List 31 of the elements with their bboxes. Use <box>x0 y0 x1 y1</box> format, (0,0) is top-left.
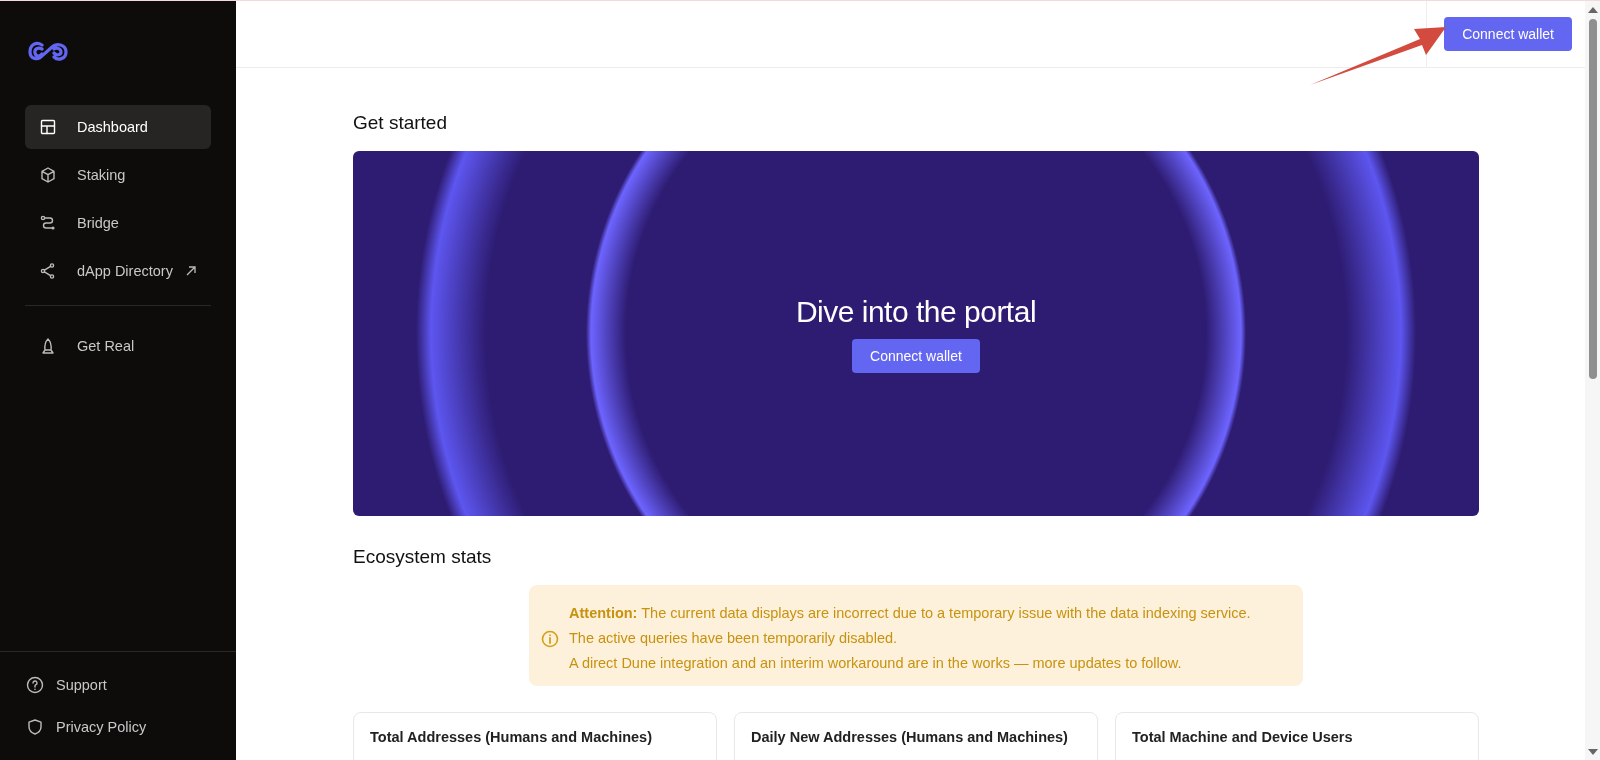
alert-text: The active queries have been temporarily disabled. <box>569 629 899 648</box>
sidebar-item[interactable]: Staking <box>25 153 211 197</box>
alert-text: A direct Dune integration and an interim workaround are in the works — more updates to follow. <box>569 654 1183 673</box>
card-title: Total Addresses (Humans and Machines) <box>370 729 653 745</box>
rocket-icon <box>39 337 57 355</box>
section-title: Get started <box>353 112 448 134</box>
alert-text: Attention: The current data displays are incorrect due to a temporary issue with the data indexing service. <box>569 604 1251 623</box>
banner-title: Dive into the portal <box>795 294 1037 329</box>
shield-icon <box>26 718 44 736</box>
card-title: Total Machine and Device Users <box>1132 729 1354 745</box>
sidebar-item[interactable]: dApp Directory <box>25 249 211 293</box>
sidebar-item[interactable]: Get Real <box>25 324 211 368</box>
info-icon <box>541 629 559 648</box>
cube-icon <box>39 166 57 184</box>
help-icon <box>26 676 44 694</box>
sidebar-item[interactable]: Privacy Policy <box>12 706 211 748</box>
sidebar-item[interactable]: Dashboard <box>25 105 211 149</box>
external-link-icon <box>184 265 197 277</box>
sidebar-item[interactable]: Support <box>12 664 211 706</box>
route-icon <box>39 214 57 232</box>
dashboard-icon <box>39 118 57 136</box>
logo-icon <box>28 41 68 63</box>
section-title: Ecosystem stats <box>353 546 493 568</box>
nodes-icon <box>39 262 57 280</box>
connect-wallet-button[interactable]: Connect wallet <box>1444 17 1572 51</box>
scroll-up-icon[interactable] <box>1587 7 1598 13</box>
connect-wallet-button[interactable]: Connect wallet <box>852 338 980 373</box>
card-title: Daily New Addresses (Humans and Machines) <box>751 729 1069 745</box>
scroll-down-icon[interactable] <box>1587 749 1598 755</box>
scrollbar-thumb[interactable] <box>1588 19 1597 379</box>
sidebar-item[interactable]: Bridge <box>25 201 211 245</box>
